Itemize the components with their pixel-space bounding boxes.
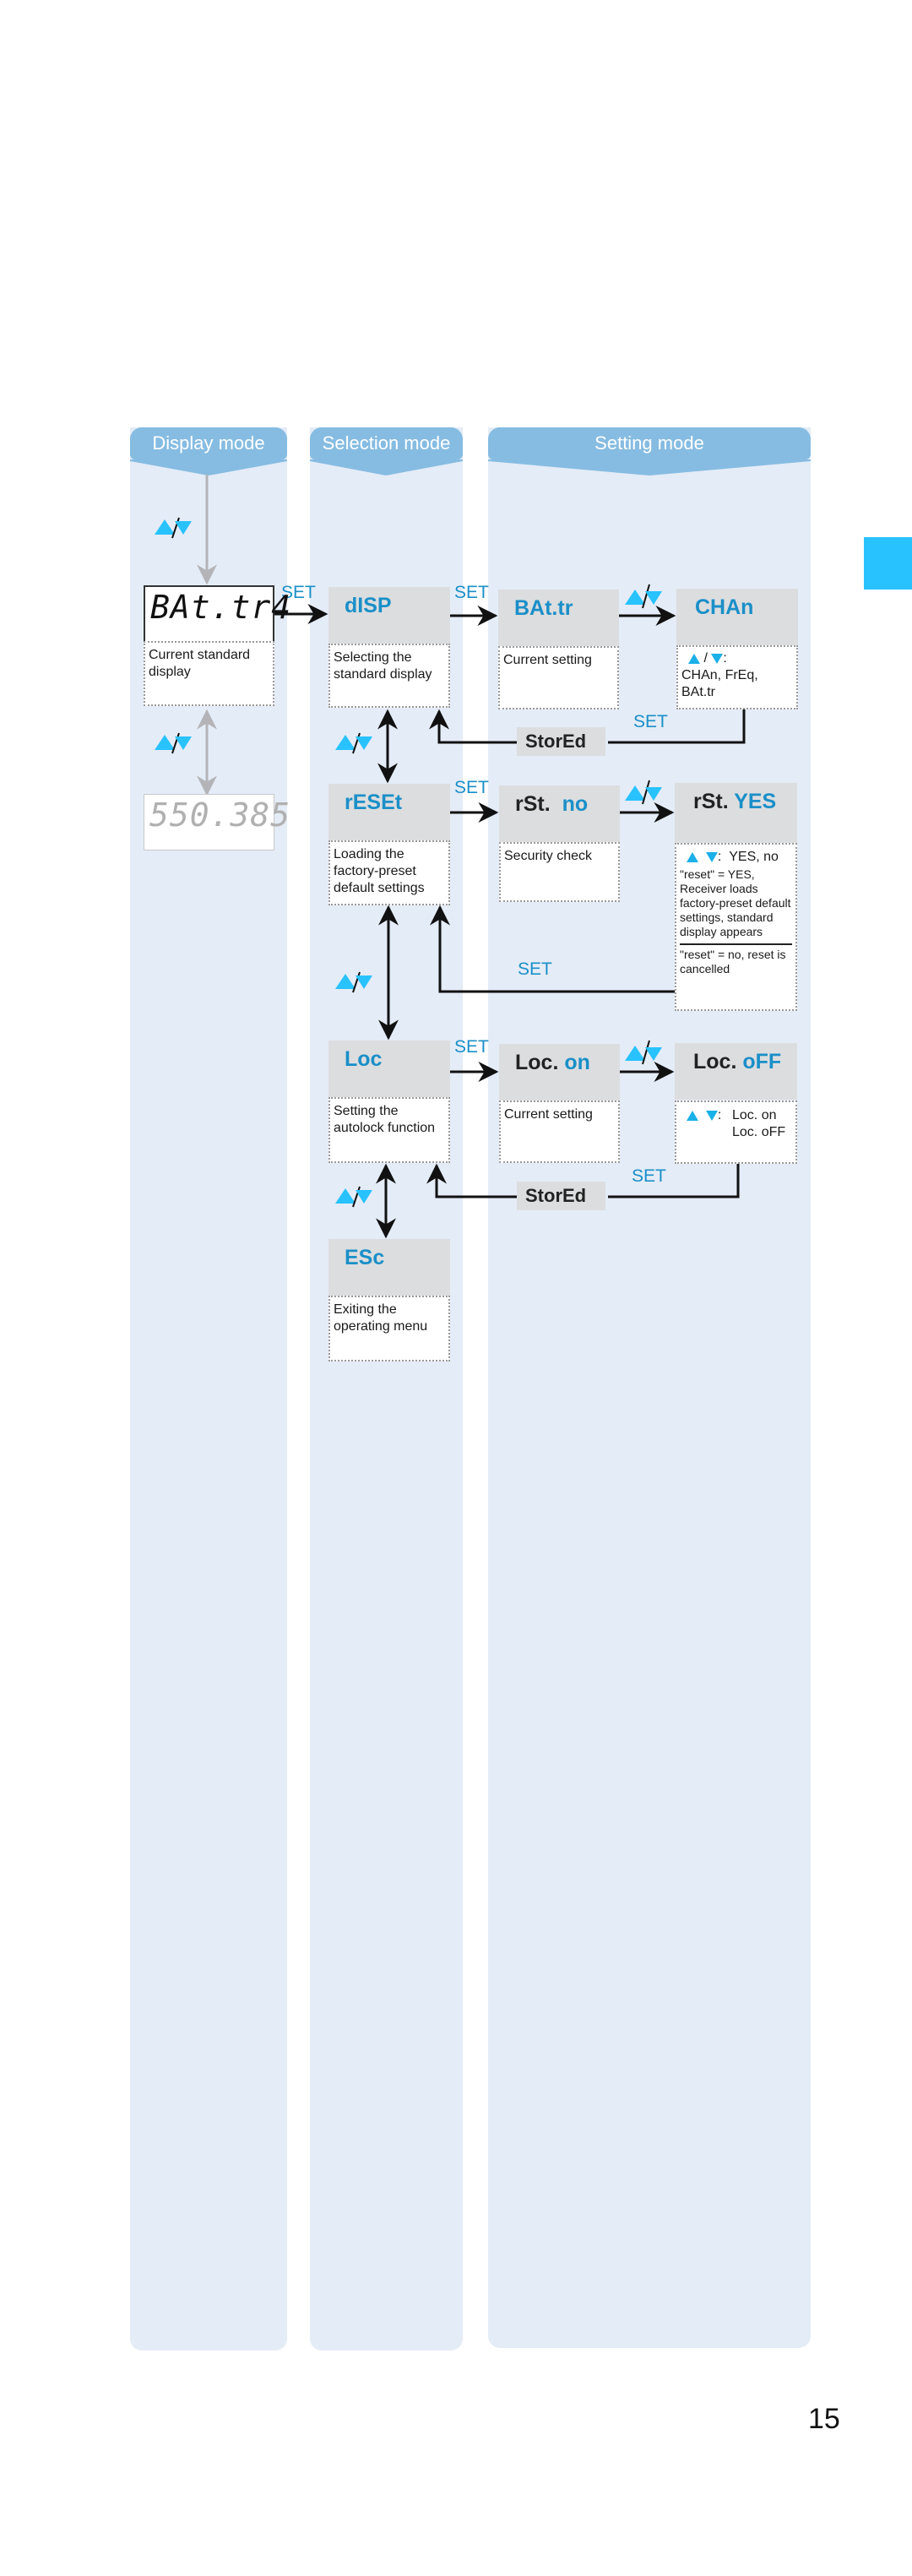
updown-keys-icon	[335, 1186, 372, 1208]
stored-indicator: StorEd	[517, 1182, 605, 1210]
menu-item-disp[interactable]: dISP Selecting the standard display	[328, 587, 450, 708]
key-hint: :	[680, 1107, 732, 1141]
setting-value: oFF	[742, 1050, 782, 1073]
set-label: SET	[633, 712, 668, 731]
flow-connectors	[197, 475, 746, 1239]
setting-value: on	[564, 1051, 590, 1074]
updown-keys-icon	[335, 732, 372, 754]
lcd-value: 550.385	[149, 796, 291, 834]
setting-options: : YES, no "reset" = YES, Receiver loads …	[675, 843, 797, 1011]
setting-rst-no[interactable]: rSt. no Security check	[499, 785, 620, 902]
lcd-value: BAt.tr4	[150, 589, 292, 626]
key-hint: : YES, no	[680, 850, 792, 864]
down-key-icon	[705, 851, 718, 862]
options-text: CHAn, FrEq, BAt.tr	[681, 668, 758, 699]
setting-prefix: Loc.	[693, 1050, 737, 1073]
chapter-tab	[864, 537, 912, 590]
menu-item-code: ESc	[345, 1246, 385, 1269]
arrow-locoff-stored-return	[608, 1164, 740, 1198]
setting-batr[interactable]: BAt.tr Current setting	[498, 590, 619, 709]
updown-keys-icon	[335, 971, 372, 993]
menu-item-description: Loading the factory-preset default setti…	[328, 840, 450, 905]
setting-description: Current setting	[499, 1101, 620, 1163]
menu-item-loc[interactable]: Loc Setting the autolock function	[328, 1041, 450, 1163]
reset-yes-text: "reset" = YES, Receiver loads factory-pr…	[680, 867, 791, 938]
menu-item-description: Setting the autolock function	[328, 1097, 450, 1163]
menu-item-code: rESEt	[345, 791, 403, 814]
down-key-icon	[705, 1110, 718, 1121]
set-label: SET	[632, 1166, 666, 1186]
setting-description: Security check	[499, 842, 620, 902]
setting-code: CHAn	[695, 595, 754, 619]
updown-keys-icon	[625, 780, 662, 805]
set-label: SET	[454, 778, 489, 797]
up-key-icon	[688, 653, 700, 664]
updown-keys-icon	[155, 517, 192, 539]
down-key-icon	[711, 653, 724, 664]
option-text: Loc. oFF	[732, 1125, 786, 1139]
setting-rst-yes[interactable]: rSt. YES : YES, no "reset" = YES, Receiv…	[675, 783, 797, 1011]
alt-display-lcd: 550.385	[144, 794, 290, 851]
set-label: SET	[454, 583, 489, 602]
setting-chan[interactable]: CHAn / : CHAn, FrEq, BAt.tr	[676, 589, 798, 709]
updown-keys-icon	[625, 1040, 662, 1065]
updown-keys-icon	[625, 584, 662, 609]
divider	[680, 943, 792, 945]
menu-item-code: dISP	[345, 594, 392, 617]
set-label: SET	[454, 1037, 489, 1057]
arrow-chan-stored-return	[608, 709, 746, 744]
option-text: Loc. on	[732, 1108, 777, 1122]
updown-keys-icon	[155, 732, 192, 754]
menu-item-description: Selecting the standard display	[328, 644, 450, 708]
up-key-icon	[687, 1110, 698, 1121]
setting-prefix: Loc.	[515, 1051, 559, 1074]
setting-options: / : CHAn, FrEq, BAt.tr	[676, 645, 798, 709]
stored-indicator: StorEd	[517, 727, 605, 756]
reset-no-text: "reset" = no, reset is cancelled	[680, 948, 786, 976]
setting-loc-off[interactable]: Loc. oFF : Loc. on Loc. oFF	[675, 1043, 797, 1164]
menu-item-reset[interactable]: rESEt Loading the factory-preset default…	[328, 784, 450, 905]
setting-prefix: rSt.	[515, 792, 551, 816]
setting-value: no	[562, 792, 589, 816]
current-display-description: Current standard display	[144, 641, 274, 706]
menu-item-description: Exiting the operating menu	[328, 1296, 450, 1361]
setting-description: Current setting	[498, 646, 619, 709]
setting-code: BAt.tr	[514, 596, 573, 620]
up-key-icon	[687, 851, 698, 862]
setting-options: : Loc. on Loc. oFF	[675, 1101, 797, 1164]
arrow-rstyes-return	[430, 905, 676, 993]
setting-prefix: rSt.	[693, 790, 729, 813]
key-hint: / :	[681, 650, 793, 667]
menu-item-code: Loc	[345, 1047, 383, 1071]
page-number: 15	[808, 2403, 840, 2435]
set-label: SET	[518, 959, 552, 979]
current-display-lcd: BAt.tr4	[144, 585, 290, 643]
setting-value: YES	[734, 790, 777, 813]
setting-loc-on[interactable]: Loc. on Current setting	[499, 1044, 620, 1163]
menu-item-esc[interactable]: ESc Exiting the operating menu	[328, 1239, 450, 1361]
